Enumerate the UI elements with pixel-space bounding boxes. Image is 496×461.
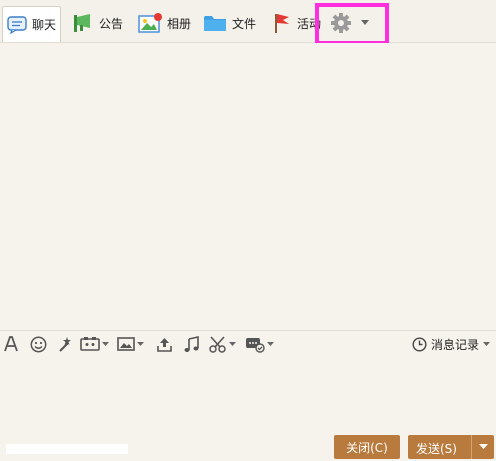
tab-chat[interactable]: 聊天 bbox=[2, 6, 62, 42]
font-button[interactable] bbox=[3, 336, 19, 352]
chat-bubble-icon bbox=[7, 15, 27, 34]
tab-files[interactable]: 文件 bbox=[199, 6, 260, 40]
close-button[interactable]: 关闭(C) bbox=[334, 435, 400, 459]
tab-announcement[interactable]: 公告 bbox=[68, 6, 127, 40]
screen-share-icon bbox=[80, 336, 100, 353]
font-icon bbox=[3, 336, 19, 352]
magic-wand-icon bbox=[57, 336, 74, 353]
send-button-label: 发送(S) bbox=[416, 442, 457, 456]
more-apps-icon bbox=[245, 336, 265, 353]
chevron-down-icon bbox=[267, 342, 274, 347]
emoji-icon bbox=[30, 336, 47, 353]
megaphone-icon bbox=[72, 12, 94, 34]
message-area[interactable] bbox=[0, 43, 496, 329]
image-icon bbox=[117, 336, 135, 352]
tab-album[interactable]: 相册 bbox=[134, 6, 195, 40]
send-button[interactable]: 发送(S) bbox=[408, 435, 494, 459]
upload-icon bbox=[156, 336, 173, 353]
flag-icon bbox=[272, 12, 292, 34]
message-history-label: 消息记录 bbox=[430, 338, 479, 352]
tab-files-label: 文件 bbox=[232, 16, 257, 31]
image-button[interactable] bbox=[117, 336, 144, 352]
magic-button[interactable] bbox=[57, 336, 74, 353]
status-strip bbox=[6, 444, 128, 454]
chevron-down-icon bbox=[229, 342, 236, 347]
upload-button[interactable] bbox=[156, 336, 173, 353]
tab-chat-label: 聊天 bbox=[32, 18, 57, 32]
folder-icon bbox=[203, 13, 227, 33]
clock-icon bbox=[412, 337, 427, 352]
send-options-button[interactable] bbox=[471, 435, 494, 459]
chevron-down-icon bbox=[483, 342, 490, 347]
emoji-button[interactable] bbox=[30, 336, 47, 353]
screenshot-button[interactable] bbox=[209, 336, 236, 353]
message-input[interactable] bbox=[0, 359, 496, 431]
scissors-icon bbox=[209, 336, 227, 353]
screen-share-button[interactable] bbox=[80, 336, 109, 353]
photo-album-icon bbox=[138, 12, 162, 34]
tab-album-label: 相册 bbox=[167, 16, 192, 31]
music-icon bbox=[183, 336, 200, 353]
music-button[interactable] bbox=[183, 336, 200, 353]
chevron-down-icon bbox=[137, 341, 144, 347]
chevron-down-icon bbox=[478, 444, 488, 450]
highlight-box bbox=[315, 3, 389, 45]
tab-bar: 聊天 公告 相册 文件 活动 bbox=[0, 0, 496, 45]
input-toolbar: 消息记录 bbox=[0, 330, 496, 359]
chevron-down-icon bbox=[102, 342, 109, 347]
message-history-button[interactable]: 消息记录 bbox=[412, 336, 490, 353]
tab-announcement-label: 公告 bbox=[99, 16, 124, 31]
more-apps-button[interactable] bbox=[245, 336, 274, 353]
close-button-label: 关闭(C) bbox=[346, 440, 388, 455]
